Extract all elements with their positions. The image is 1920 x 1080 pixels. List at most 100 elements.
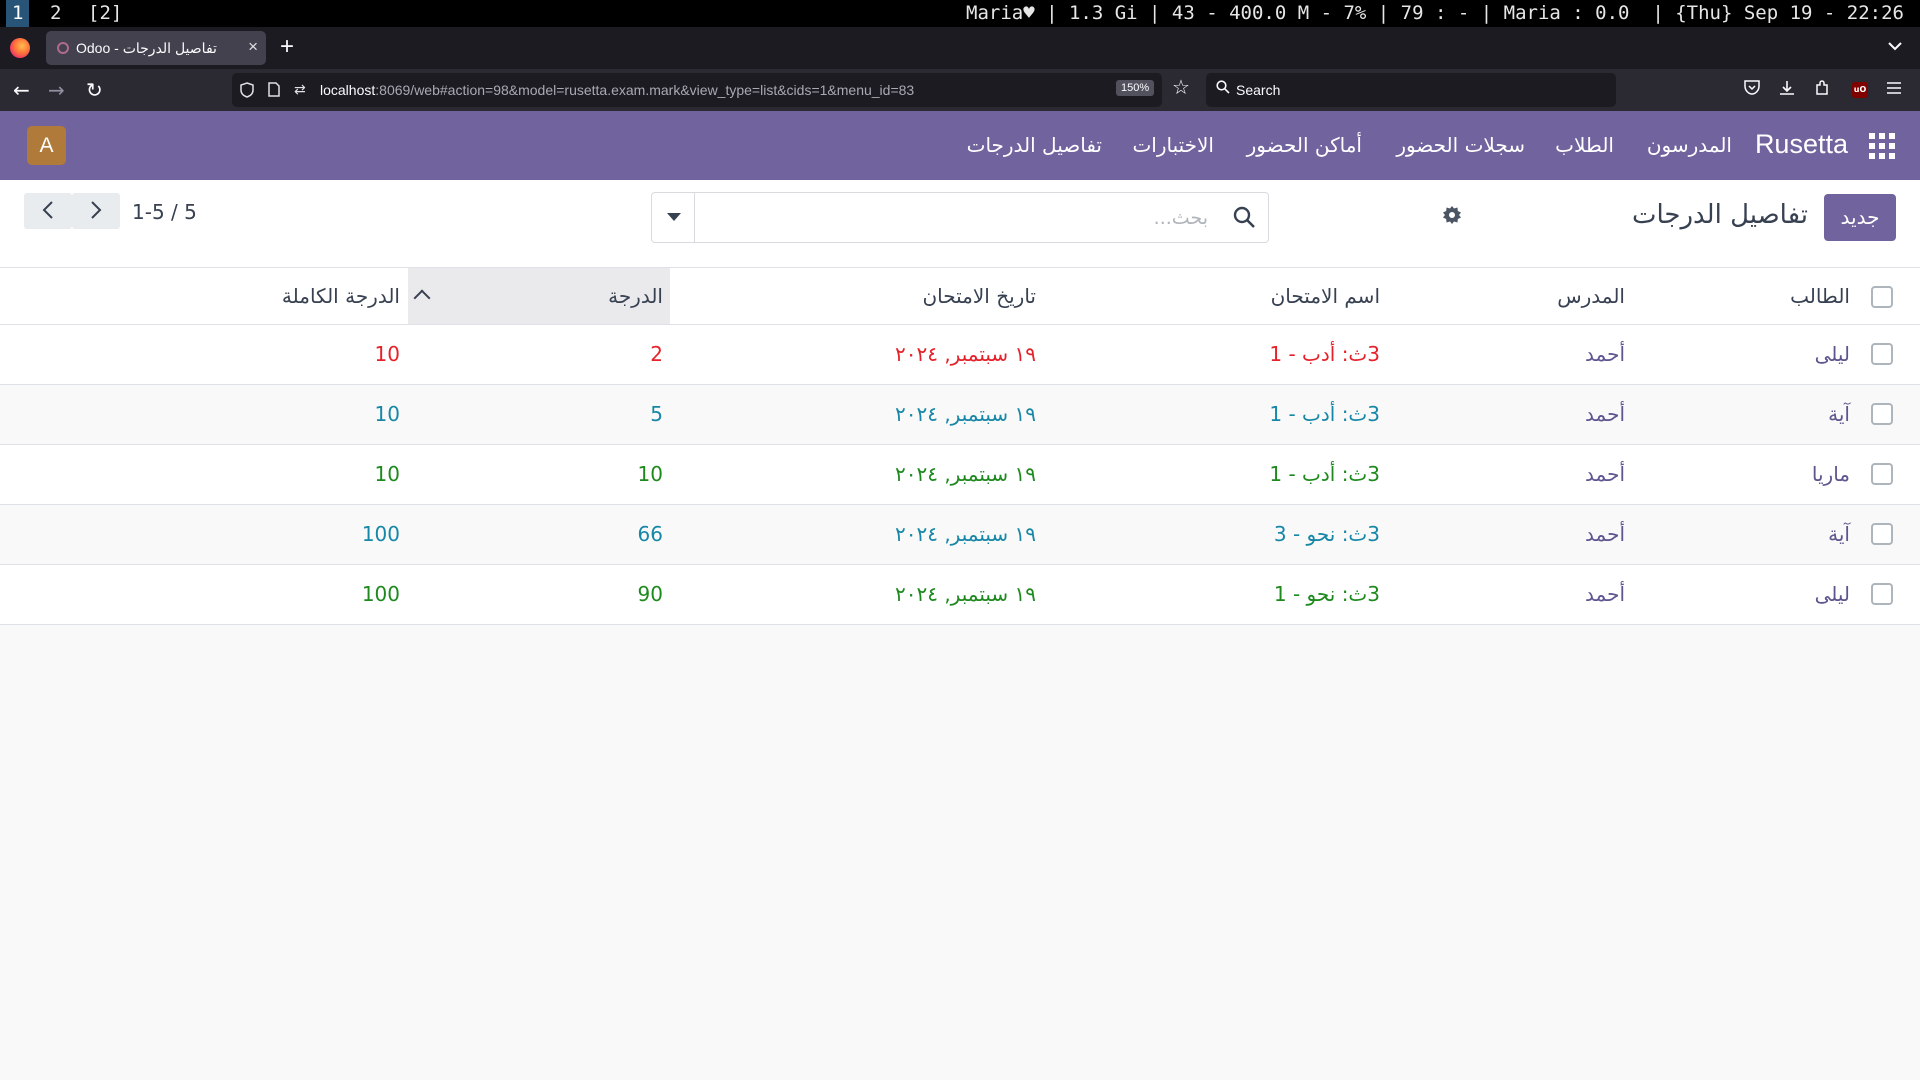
cell-full-grade: 10 — [374, 342, 400, 366]
app-menu-grid-icon[interactable] — [1869, 133, 1895, 159]
cell-exam-name: 3ث: نحو - 1 — [1273, 582, 1380, 606]
cell-student[interactable]: ماريا — [1650, 445, 1850, 504]
cell-teacher[interactable]: أحمد — [1425, 325, 1625, 384]
shield-icon[interactable] — [240, 82, 254, 102]
odoo-favicon-icon — [57, 42, 69, 54]
firefox-icon[interactable] — [10, 38, 30, 58]
pager-previous-button[interactable] — [24, 193, 72, 229]
cell-full-grade: 100 — [361, 582, 400, 606]
app-brand[interactable]: Rusetta — [1755, 129, 1848, 160]
new-tab-icon[interactable]: + — [280, 33, 294, 61]
header-exam-name[interactable]: اسم الامتحان — [1130, 268, 1380, 324]
browser-search-box[interactable]: Search — [1206, 73, 1616, 107]
search-icon[interactable] — [1232, 205, 1256, 229]
cell-exam-name: 3ث: أدب - 1 — [1269, 462, 1380, 486]
row-checkbox[interactable] — [1871, 343, 1893, 365]
search-box — [651, 192, 1269, 243]
cell-exam-date: ١٩ سبتمبر, ٢٠٢٤ — [895, 462, 1036, 486]
control-panel: جديد تفاصيل الدرجات 1-5 / 5 — [0, 180, 1920, 268]
cell-student[interactable]: ليلى — [1650, 565, 1850, 624]
browser-search-placeholder: Search — [1236, 82, 1281, 98]
new-record-button[interactable]: جديد — [1824, 194, 1896, 241]
page-title[interactable]: تفاصيل الدرجات — [1632, 200, 1808, 230]
menu-item-exams[interactable]: الاختبارات — [1132, 133, 1214, 157]
ublock-origin-icon[interactable]: uO — [1852, 82, 1868, 98]
chevron-down-icon[interactable] — [1888, 37, 1902, 55]
browser-nav-bar: ← → ↻ ⇄ localhost:8069/web#action=98&mod… — [0, 69, 1920, 111]
cell-exam-date: ١٩ سبتمبر, ٢٠٢٤ — [895, 402, 1036, 426]
back-icon[interactable]: ← — [13, 77, 30, 103]
permissions-icon[interactable]: ⇄ — [294, 82, 306, 98]
cell-teacher[interactable]: أحمد — [1425, 565, 1625, 624]
cell-grade: 10 — [637, 462, 663, 486]
system-status-bar: 1 2 [2] Maria♥ | 1.3 Gi | 43 - 400.0 M -… — [0, 0, 1920, 27]
bookmark-star-icon[interactable]: ☆ — [1172, 75, 1190, 99]
table-row[interactable]: آية أحمد 3ث: نحو - 3 ١٩ سبتمبر, ٢٠٢٤ 66 100 — [0, 505, 1920, 565]
row-checkbox[interactable] — [1871, 523, 1893, 545]
search-input[interactable] — [700, 193, 1214, 242]
header-exam-date[interactable]: تاريخ الامتحان — [776, 268, 1036, 324]
extensions-icon[interactable] — [1814, 80, 1830, 100]
cell-full-grade: 100 — [361, 522, 400, 546]
workspace-2[interactable]: 2 — [44, 0, 67, 27]
menu-item-students[interactable]: الطلاب — [1555, 133, 1614, 157]
pocket-icon[interactable] — [1744, 80, 1760, 99]
url-text[interactable]: localhost:8069/web#action=98&model=ruset… — [320, 82, 914, 98]
menu-item-attendance-records[interactable]: سجلات الحضور — [1396, 133, 1525, 157]
header-full-grade[interactable]: الدرجة الكاملة — [200, 268, 400, 324]
cell-exam-name: 3ث: أدب - 1 — [1269, 342, 1380, 366]
cell-student[interactable]: آية — [1650, 385, 1850, 444]
caret-down-icon — [667, 213, 681, 221]
user-avatar[interactable]: A — [27, 126, 66, 165]
cell-full-grade: 10 — [374, 402, 400, 426]
page-icon[interactable] — [268, 82, 280, 101]
row-checkbox[interactable] — [1871, 463, 1893, 485]
workspace-indicator[interactable]: [2] — [82, 0, 128, 27]
cell-exam-name: 3ث: أدب - 1 — [1269, 402, 1380, 426]
table-header-row: الطالب المدرس اسم الامتحان تاريخ الامتحا… — [0, 268, 1920, 325]
header-grade[interactable]: الدرجة — [463, 268, 663, 324]
select-all-checkbox[interactable] — [1871, 286, 1893, 308]
header-student[interactable]: الطالب — [1650, 268, 1850, 324]
zoom-level[interactable]: 150% — [1116, 80, 1155, 96]
cell-exam-date: ١٩ سبتمبر, ٢٠٢٤ — [895, 342, 1036, 366]
menu-item-teachers[interactable]: المدرسون — [1647, 133, 1732, 157]
row-checkbox[interactable] — [1871, 583, 1893, 605]
cell-teacher[interactable]: أحمد — [1425, 445, 1625, 504]
pager-next-button[interactable] — [72, 193, 120, 229]
row-checkbox[interactable] — [1871, 403, 1893, 425]
close-icon[interactable]: × — [248, 37, 258, 57]
menu-item-grade-details[interactable]: تفاصيل الدرجات — [967, 133, 1102, 157]
tab-title: Odoo - تفاصيل الدرجات — [76, 40, 217, 56]
reload-icon[interactable]: ↻ — [86, 77, 103, 103]
cell-full-grade: 10 — [374, 462, 400, 486]
browser-tab[interactable]: Odoo - تفاصيل الدرجات × — [46, 31, 266, 65]
cell-grade: 66 — [637, 522, 663, 546]
pager-value[interactable]: 1-5 / 5 — [132, 200, 197, 224]
hamburger-menu-icon[interactable] — [1886, 80, 1902, 99]
table-row[interactable]: ليلى أحمد 3ث: أدب - 1 ١٩ سبتمبر, ٢٠٢٤ 2 10 — [0, 325, 1920, 385]
cell-student[interactable]: آية — [1650, 505, 1850, 564]
cell-grade: 2 — [650, 342, 663, 366]
cell-grade: 90 — [637, 582, 663, 606]
table-row[interactable]: آية أحمد 3ث: أدب - 1 ١٩ سبتمبر, ٢٠٢٤ 5 10 — [0, 385, 1920, 445]
forward-icon[interactable]: → — [48, 77, 65, 103]
search-icon — [1216, 80, 1230, 98]
gear-icon[interactable] — [1442, 205, 1462, 231]
cell-teacher[interactable]: أحمد — [1425, 505, 1625, 564]
header-teacher[interactable]: المدرس — [1425, 268, 1625, 324]
system-status-text: Maria♥ | 1.3 Gi | 43 - 400.0 M - 7% | 79… — [966, 2, 1904, 24]
cell-student[interactable]: ليلى — [1650, 325, 1850, 384]
list-view: الطالب المدرس اسم الامتحان تاريخ الامتحا… — [0, 268, 1920, 625]
downloads-icon[interactable] — [1779, 80, 1795, 100]
url-bar[interactable]: ⇄ localhost:8069/web#action=98&model=rus… — [232, 73, 1162, 107]
cell-teacher[interactable]: أحمد — [1425, 385, 1625, 444]
odoo-main-navbar: Rusetta المدرسون الطلاب سجلات الحضور أما… — [0, 111, 1920, 180]
search-options-toggle[interactable] — [652, 193, 695, 242]
table-row[interactable]: ماريا أحمد 3ث: أدب - 1 ١٩ سبتمبر, ٢٠٢٤ 10 10 — [0, 445, 1920, 505]
cell-exam-name: 3ث: نحو - 3 — [1273, 522, 1380, 546]
menu-item-attendance-places[interactable]: أماكن الحضور — [1247, 133, 1362, 157]
cell-exam-date: ١٩ سبتمبر, ٢٠٢٤ — [895, 522, 1036, 546]
workspace-1[interactable]: 1 — [6, 0, 30, 27]
table-row[interactable]: ليلى أحمد 3ث: نحو - 1 ١٩ سبتمبر, ٢٠٢٤ 90 100 — [0, 565, 1920, 625]
